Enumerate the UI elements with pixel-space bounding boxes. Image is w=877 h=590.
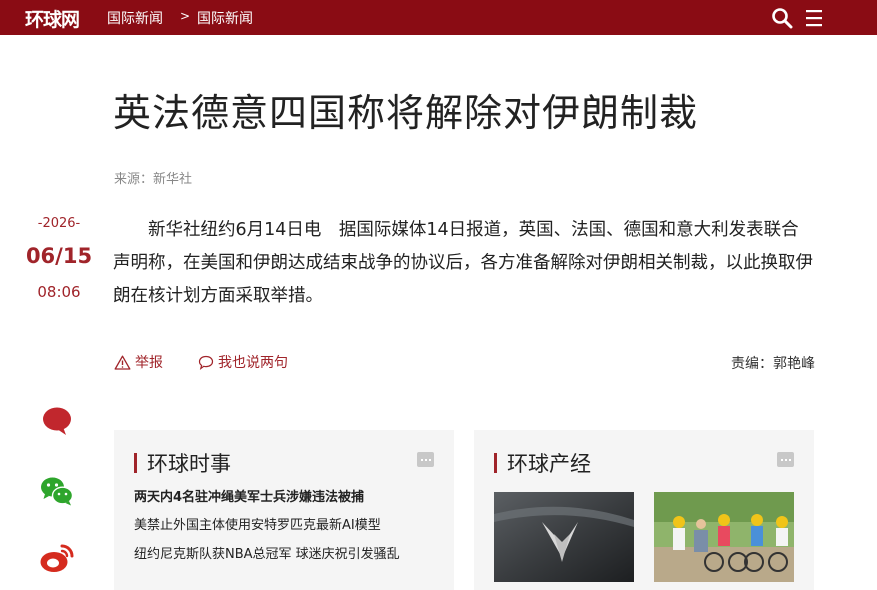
- panel-title[interactable]: 环球时事: [147, 448, 231, 478]
- article-title: 英法德意四国称将解除对伊朗制裁: [113, 91, 699, 135]
- breadcrumb-separator: >: [180, 9, 191, 23]
- panel-title[interactable]: 环球产经: [507, 448, 591, 478]
- breadcrumb-item-1[interactable]: 国际新闻: [107, 8, 163, 28]
- comment-bubble-icon[interactable]: [38, 402, 76, 440]
- more-icon[interactable]: [777, 452, 794, 467]
- warning-icon: [114, 355, 131, 370]
- comment-label: 我也说两句: [218, 355, 288, 371]
- publish-time: 08:06: [37, 283, 81, 301]
- more-icon[interactable]: [417, 452, 434, 467]
- speech-bubble-icon: [198, 355, 214, 370]
- publish-year: -2026-: [37, 216, 81, 231]
- report-link[interactable]: 举报: [114, 352, 163, 372]
- top-navigation-bar: 环球网 国际新闻 > 国际新闻: [0, 0, 877, 35]
- weibo-icon[interactable]: [38, 540, 76, 578]
- search-icon[interactable]: [771, 7, 793, 29]
- editor-credit: 责编：郭艳峰: [731, 356, 815, 372]
- news-item-1[interactable]: 两天内4名驻冲绳美军士兵涉嫌违法被捕: [134, 486, 364, 505]
- panel-industry-economy: 环球产经: [474, 430, 814, 590]
- article-source: 来源：新华社: [114, 172, 193, 187]
- article-body: 新华社纽约6月14日电 据国际媒体14日报道，英国、法国、德国和意大利发表联合声…: [113, 220, 813, 306]
- news-item-3[interactable]: 纽约尼克斯队获NBA总冠军 球迷庆祝引发骚乱: [134, 543, 400, 562]
- breadcrumb-item-2[interactable]: 国际新闻: [197, 8, 253, 28]
- comment-link[interactable]: 我也说两句: [198, 352, 288, 372]
- panel-accent-bar: [134, 453, 137, 473]
- panel-current-affairs: 环球时事 两天内4名驻冲绳美军士兵涉嫌违法被捕 美禁止外国主体使用安特罗匹克最新…: [114, 430, 454, 590]
- report-label: 举报: [135, 355, 163, 371]
- panel-accent-bar: [494, 453, 497, 473]
- site-logo[interactable]: 环球网: [25, 5, 80, 32]
- wechat-icon[interactable]: [38, 472, 76, 510]
- menu-icon[interactable]: [804, 7, 826, 29]
- publish-month-day: 06/15: [25, 244, 93, 268]
- news-item-2[interactable]: 美禁止外国主体使用安特罗匹克最新AI模型: [134, 514, 381, 533]
